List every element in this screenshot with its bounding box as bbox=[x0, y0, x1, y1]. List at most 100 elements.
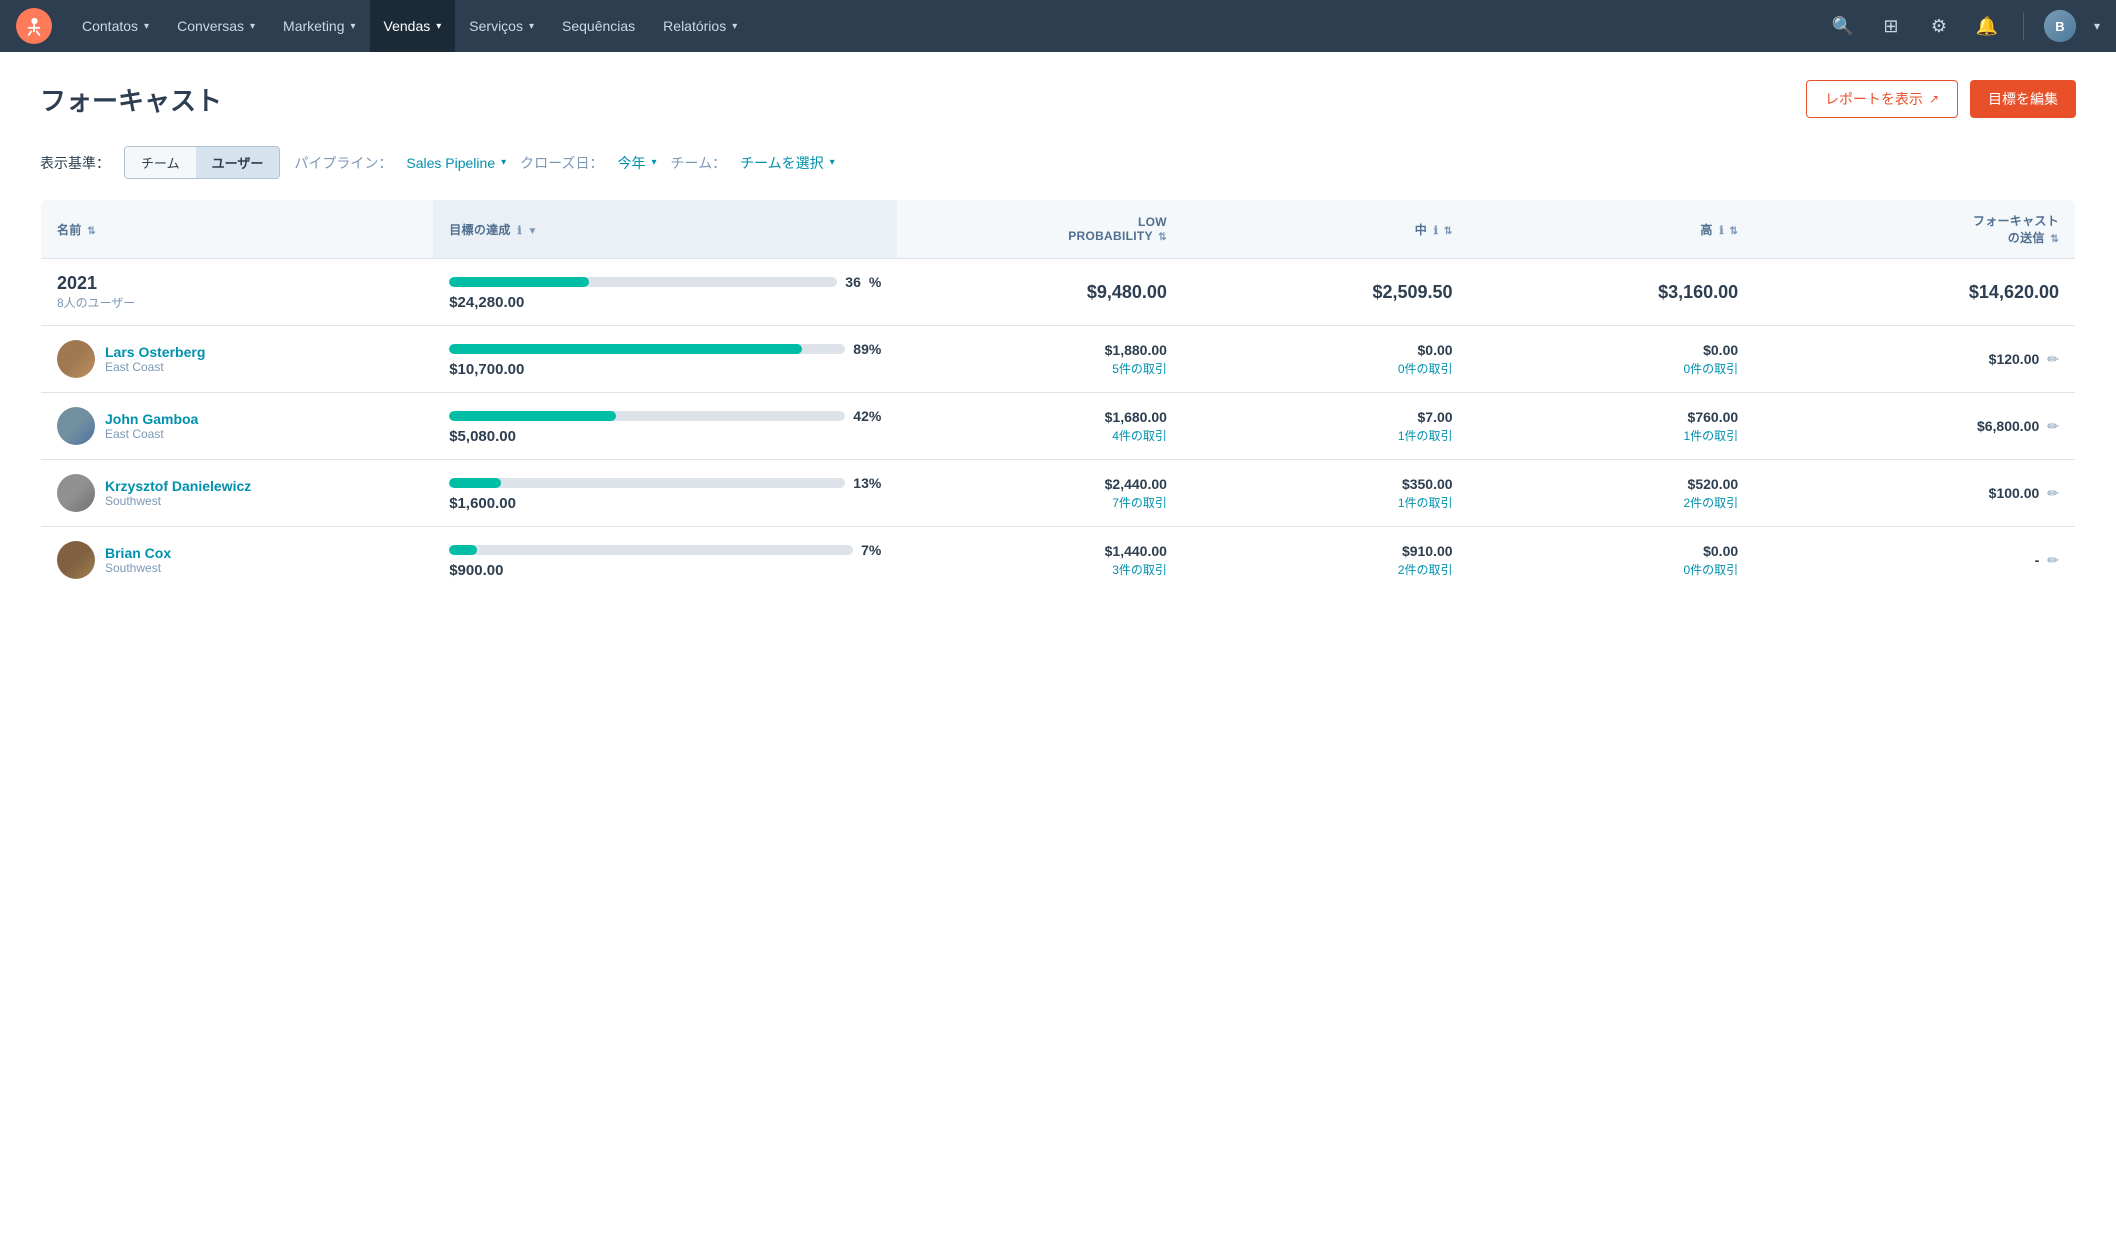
th-target: 目標の達成 ℹ ▼ bbox=[433, 200, 897, 259]
pipeline-label: パイプライン： bbox=[294, 153, 392, 173]
hubspot-logo[interactable] bbox=[16, 8, 52, 44]
summary-target-cell: 36% $24,280.00 bbox=[433, 259, 897, 326]
target-amount: $5,080.00 bbox=[449, 428, 881, 445]
forecast-value: $6,800.00 bbox=[1977, 418, 2039, 434]
progress-bar-background bbox=[449, 344, 845, 354]
low-amount: $1,680.00 bbox=[913, 409, 1167, 425]
sort-icon[interactable]: ⇅ bbox=[87, 226, 96, 237]
top-navigation: Contatos ▾ Conversas ▾ Marketing ▾ Venda… bbox=[0, 0, 2116, 52]
high-deals[interactable]: 1件の取引 bbox=[1485, 427, 1739, 444]
view-report-button[interactable]: レポートを表示 ↗ bbox=[1806, 80, 1958, 118]
user-name-link[interactable]: Lars Osterberg bbox=[105, 344, 205, 360]
low-deals[interactable]: 4件の取引 bbox=[913, 427, 1167, 444]
user-name-link[interactable]: John Gamboa bbox=[105, 411, 198, 427]
high-deals[interactable]: 2件の取引 bbox=[1485, 494, 1739, 511]
sort-icon[interactable]: ⇅ bbox=[1729, 226, 1738, 237]
nav-items: Contatos ▾ Conversas ▾ Marketing ▾ Venda… bbox=[68, 0, 1827, 52]
nav-relatorios[interactable]: Relatórios ▾ bbox=[649, 0, 751, 52]
user-forecast-cell: $6,800.00 ✏ bbox=[1754, 393, 2075, 460]
target-pct: 7% bbox=[861, 542, 881, 558]
sort-icon[interactable]: ⇅ bbox=[2050, 234, 2059, 245]
user-team: East Coast bbox=[105, 360, 205, 374]
high-deals[interactable]: 0件の取引 bbox=[1485, 360, 1739, 377]
page-header: フォーキャスト レポートを表示 ↗ 目標を編集 bbox=[40, 80, 2076, 118]
header-actions: レポートを表示 ↗ 目標を編集 bbox=[1806, 80, 2076, 118]
edit-forecast-icon[interactable]: ✏ bbox=[2047, 351, 2059, 368]
user-target-cell: 42% $5,080.00 bbox=[433, 393, 897, 460]
pipeline-dropdown[interactable]: Sales Pipeline ▾ bbox=[406, 155, 506, 171]
progress-bar-fill bbox=[449, 411, 615, 421]
mid-deals[interactable]: 2件の取引 bbox=[1199, 561, 1453, 578]
nav-sequencias[interactable]: Sequências bbox=[548, 0, 649, 52]
nav-marketing[interactable]: Marketing ▾ bbox=[269, 0, 370, 52]
user-name-link[interactable]: Krzysztof Danielewicz bbox=[105, 478, 251, 494]
view-label: 表示基準： bbox=[40, 153, 110, 173]
team-label: チーム： bbox=[670, 153, 726, 173]
user-high-cell: $520.00 2件の取引 bbox=[1469, 460, 1755, 527]
user-name-cell: John Gamboa East Coast bbox=[41, 393, 434, 460]
low-amount: $2,440.00 bbox=[913, 476, 1167, 492]
mid-deals[interactable]: 1件の取引 bbox=[1199, 427, 1453, 444]
low-amount: $1,440.00 bbox=[913, 543, 1167, 559]
team-dropdown[interactable]: チームを選択 ▾ bbox=[740, 153, 835, 173]
user-target-cell: 89% $10,700.00 bbox=[433, 326, 897, 393]
close-date-dropdown[interactable]: 今年 ▾ bbox=[617, 153, 656, 173]
edit-forecast-icon[interactable]: ✏ bbox=[2047, 418, 2059, 435]
toggle-user-button[interactable]: ユーザー bbox=[196, 147, 280, 178]
nav-vendas[interactable]: Vendas ▾ bbox=[370, 0, 456, 52]
edit-forecast-icon[interactable]: ✏ bbox=[2047, 552, 2059, 569]
low-deals[interactable]: 3件の取引 bbox=[913, 561, 1167, 578]
high-deals[interactable]: 0件の取引 bbox=[1485, 561, 1739, 578]
page-container: フォーキャスト レポートを表示 ↗ 目標を編集 表示基準： チーム ユーザー パ… bbox=[0, 52, 2116, 622]
toggle-team-button[interactable]: チーム bbox=[125, 147, 196, 178]
summary-row: 2021 8人のユーザー 36% $24,280.00 $9,480.00 bbox=[41, 259, 2076, 326]
sort-icon-active[interactable]: ▼ bbox=[528, 226, 538, 237]
sort-icon[interactable]: ⇅ bbox=[1444, 226, 1453, 237]
mid-amount: $350.00 bbox=[1199, 476, 1453, 492]
info-icon[interactable]: ℹ bbox=[1434, 225, 1438, 237]
user-row: Brian Cox Southwest 7% $900.00 $1,440.00… bbox=[41, 527, 2076, 594]
user-menu-chevron[interactable]: ▾ bbox=[2094, 19, 2100, 33]
high-amount: $0.00 bbox=[1485, 342, 1739, 358]
mid-deals[interactable]: 1件の取引 bbox=[1199, 494, 1453, 511]
edit-goal-button[interactable]: 目標を編集 bbox=[1970, 80, 2076, 118]
settings-button[interactable]: ⚙ bbox=[1923, 10, 1955, 42]
summary-high-cell: $3,160.00 bbox=[1469, 259, 1755, 326]
chevron-down-icon: ▾ bbox=[351, 21, 356, 32]
user-name-cell: Brian Cox Southwest bbox=[41, 527, 434, 594]
high-amount: $760.00 bbox=[1485, 409, 1739, 425]
search-button[interactable]: 🔍 bbox=[1827, 10, 1859, 42]
progress-bar-fill bbox=[449, 545, 477, 555]
target-pct: 42% bbox=[853, 408, 881, 424]
info-icon[interactable]: ℹ bbox=[1719, 225, 1723, 237]
nav-servicos[interactable]: Serviços ▾ bbox=[455, 0, 548, 52]
user-name-link[interactable]: Brian Cox bbox=[105, 545, 171, 561]
progress-bar-background bbox=[449, 478, 845, 488]
nav-contatos[interactable]: Contatos ▾ bbox=[68, 0, 163, 52]
marketplace-button[interactable]: ⊞ bbox=[1875, 10, 1907, 42]
user-avatar[interactable]: B bbox=[2044, 10, 2076, 42]
user-team: East Coast bbox=[105, 427, 198, 441]
user-low-cell: $1,880.00 5件の取引 bbox=[897, 326, 1183, 393]
th-mid: 中 ℹ ⇅ bbox=[1183, 200, 1469, 259]
low-deals[interactable]: 5件の取引 bbox=[913, 360, 1167, 377]
high-amount: $520.00 bbox=[1485, 476, 1739, 492]
user-row: Lars Osterberg East Coast 89% $10,700.00… bbox=[41, 326, 2076, 393]
target-pct: 13% bbox=[853, 475, 881, 491]
edit-forecast-icon[interactable]: ✏ bbox=[2047, 485, 2059, 502]
avatar bbox=[57, 541, 95, 579]
user-name-cell: Krzysztof Danielewicz Southwest bbox=[41, 460, 434, 527]
low-deals[interactable]: 7件の取引 bbox=[913, 494, 1167, 511]
high-amount: $0.00 bbox=[1485, 543, 1739, 559]
nav-conversas[interactable]: Conversas ▾ bbox=[163, 0, 269, 52]
notifications-button[interactable]: 🔔 bbox=[1971, 10, 2003, 42]
th-high: 高 ℹ ⇅ bbox=[1469, 200, 1755, 259]
forecast-table: 名前 ⇅ 目標の達成 ℹ ▼ LOW PROBABILITY ⇅ 中 ℹ ⇅ bbox=[40, 199, 2076, 594]
sort-icon[interactable]: ⇅ bbox=[1158, 232, 1167, 243]
info-icon[interactable]: ℹ bbox=[517, 225, 521, 237]
nav-right-actions: 🔍 ⊞ ⚙ 🔔 B ▾ bbox=[1827, 10, 2100, 42]
mid-deals[interactable]: 0件の取引 bbox=[1199, 360, 1453, 377]
progress-bar-fill bbox=[449, 478, 500, 488]
chevron-down-icon: ▾ bbox=[651, 157, 656, 168]
avatar bbox=[57, 340, 95, 378]
